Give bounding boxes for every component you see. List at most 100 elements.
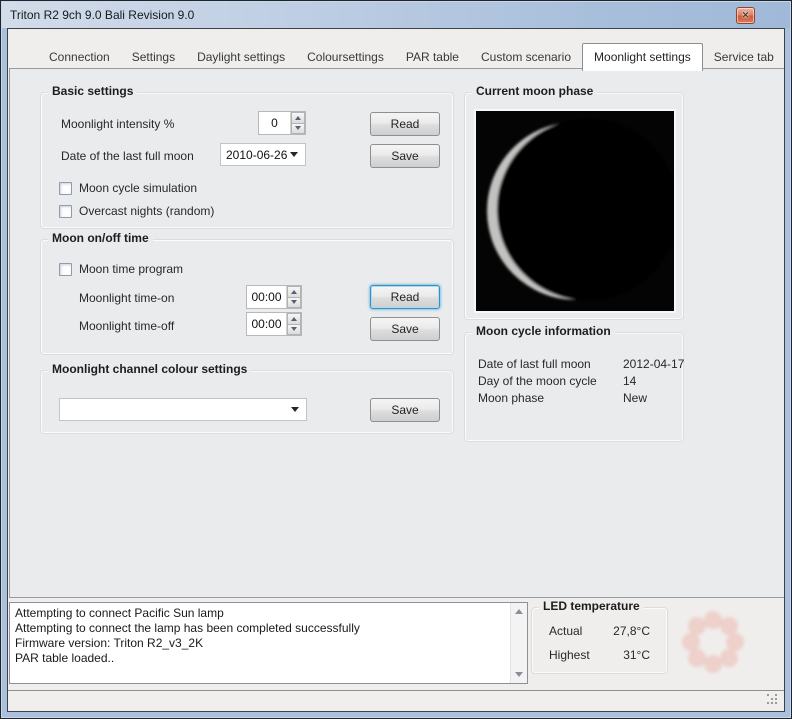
tab-moonlight-settings[interactable]: Moonlight settings [582, 43, 703, 71]
chevron-down-icon [291, 407, 299, 412]
spinner-down-button[interactable] [291, 124, 305, 135]
moonlight-intensity-spinner[interactable]: 0 [258, 111, 306, 135]
basic-read-button[interactable]: Read [370, 112, 440, 136]
overcast-nights-checkbox[interactable]: Overcast nights (random) [59, 204, 214, 218]
spinner-down-button[interactable] [287, 325, 301, 336]
close-button[interactable]: ✕ [736, 7, 755, 24]
current-moon-phase-group: Current moon phase [464, 92, 684, 320]
group-title: Moon on/off time [48, 231, 153, 245]
titlebar[interactable]: Triton R2 9ch 9.0 Bali Revision 9.0 ✕ [2, 2, 790, 28]
tab-custom-scenario[interactable]: Custom scenario [470, 46, 582, 69]
tab-service[interactable]: Service tab [703, 46, 785, 69]
channel-colour-combo[interactable] [59, 398, 307, 421]
moon-time-read-button[interactable]: Read [370, 285, 440, 309]
log-line: Attempting to connect the lamp has been … [15, 621, 507, 636]
tab-settings[interactable]: Settings [121, 46, 186, 69]
checkbox-label: Moon cycle simulation [79, 181, 197, 195]
app-window: Triton R2 9ch 9.0 Bali Revision 9.0 ✕ Co… [0, 0, 792, 719]
status-log[interactable]: Attempting to connect Pacific Sun lamp A… [9, 602, 528, 684]
resize-grip-icon[interactable] [767, 694, 779, 706]
spinner-up-button[interactable] [287, 313, 301, 325]
spinner-up-button[interactable] [287, 286, 301, 298]
moon-time-program-checkbox[interactable]: Moon time program [59, 262, 183, 276]
checkbox-label: Moon time program [79, 262, 183, 276]
spinner-value[interactable]: 00:00 [247, 313, 286, 335]
moon-time-save-button[interactable]: Save [370, 317, 440, 341]
spinner-value[interactable]: 0 [259, 112, 290, 134]
window-title: Triton R2 9ch 9.0 Bali Revision 9.0 [10, 2, 194, 28]
client-area: Connection Settings Daylight settings Co… [7, 28, 785, 712]
group-title: Current moon phase [472, 84, 597, 98]
log-line: Attempting to connect Pacific Sun lamp [15, 606, 507, 621]
triangle-down-icon [291, 327, 297, 331]
group-title: Moon cycle information [472, 324, 615, 338]
spinner-up-button[interactable] [291, 112, 305, 124]
info-label: Date of last full moon [478, 357, 591, 371]
spinner-value[interactable]: 00:00 [247, 286, 286, 308]
basic-settings-group: Basic settings Moonlight intensity % 0 R… [40, 92, 454, 229]
spinner-buttons [290, 112, 305, 134]
basic-save-button[interactable]: Save [370, 144, 440, 168]
moonlight-time-off-label: Moonlight time-off [79, 319, 174, 333]
triangle-up-icon [291, 317, 297, 321]
actual-temperature-value: 27,8°C [590, 624, 650, 638]
crescent-moon-graphic [476, 111, 674, 311]
channel-colour-group: Moonlight channel colour settings Save [40, 370, 454, 434]
tab-connection[interactable]: Connection [38, 46, 121, 69]
group-title: LED temperature [539, 599, 644, 613]
moonlight-time-off-spinner[interactable]: 00:00 [246, 312, 302, 336]
group-title: Basic settings [48, 84, 137, 98]
info-label: Moon phase [478, 391, 544, 405]
group-title: Moonlight channel colour settings [48, 362, 251, 376]
tab-par-table[interactable]: PAR table [395, 46, 470, 69]
combo-value: 2010-06-26 [221, 148, 290, 162]
checkbox-box[interactable] [59, 182, 72, 195]
scroll-up-button[interactable] [511, 604, 527, 619]
tab-strip: Connection Settings Daylight settings Co… [38, 46, 785, 69]
info-label: Day of the moon cycle [478, 374, 597, 388]
spinner-buttons [286, 313, 301, 335]
log-lines: Attempting to connect Pacific Sun lamp A… [15, 606, 507, 666]
highest-temperature-label: Highest [549, 648, 590, 662]
tab-colour-settings[interactable]: Coloursettings [296, 46, 395, 69]
moonlight-settings-page: Basic settings Moonlight intensity % 0 R… [9, 68, 785, 598]
close-icon: ✕ [742, 11, 750, 20]
triangle-up-icon [291, 290, 297, 294]
checkbox-box[interactable] [59, 263, 72, 276]
spinner-down-button[interactable] [287, 298, 301, 309]
log-line: PAR table loaded.. [15, 651, 507, 666]
moon-on-off-time-group: Moon on/off time Moon time program Moonl… [40, 239, 454, 355]
triangle-down-icon [295, 126, 301, 130]
moonlight-intensity-label: Moonlight intensity % [61, 117, 174, 131]
info-value: 14 [623, 374, 636, 388]
pacific-sun-logo [681, 610, 745, 674]
highest-temperature-value: 31°C [590, 648, 650, 662]
channel-colour-save-button[interactable]: Save [370, 398, 440, 422]
info-value: New [623, 391, 647, 405]
checkbox-box[interactable] [59, 205, 72, 218]
moon-cycle-simulation-checkbox[interactable]: Moon cycle simulation [59, 181, 197, 195]
checkbox-label: Overcast nights (random) [79, 204, 214, 218]
full-moon-date-combo[interactable]: 2010-06-26 [220, 143, 306, 166]
moon-cycle-information-group: Moon cycle information Date of last full… [464, 332, 684, 442]
info-row-moon-phase: Moon phase New [478, 391, 544, 405]
led-temperature-group: LED temperature Actual 27,8°C Highest 31… [531, 607, 668, 674]
full-moon-date-label: Date of the last full moon [61, 149, 194, 163]
spinner-buttons [286, 286, 301, 308]
scroll-down-button[interactable] [511, 667, 527, 682]
actual-temperature-label: Actual [549, 624, 582, 638]
triangle-up-icon [295, 116, 301, 120]
triangle-down-icon [515, 672, 523, 677]
moonlight-time-on-label: Moonlight time-on [79, 291, 174, 305]
triangle-up-icon [515, 609, 523, 614]
chevron-down-icon [290, 152, 298, 157]
moon-phase-image [474, 109, 676, 313]
tab-daylight-settings[interactable]: Daylight settings [186, 46, 296, 69]
moonlight-time-on-spinner[interactable]: 00:00 [246, 285, 302, 309]
log-scrollbar[interactable] [510, 603, 527, 683]
info-row-moon-cycle-day: Day of the moon cycle 14 [478, 374, 597, 388]
info-value: 2012-04-17 [623, 357, 684, 371]
triangle-down-icon [291, 300, 297, 304]
status-bar [8, 690, 784, 711]
info-row-full-moon-date: Date of last full moon 2012-04-17 [478, 357, 591, 371]
